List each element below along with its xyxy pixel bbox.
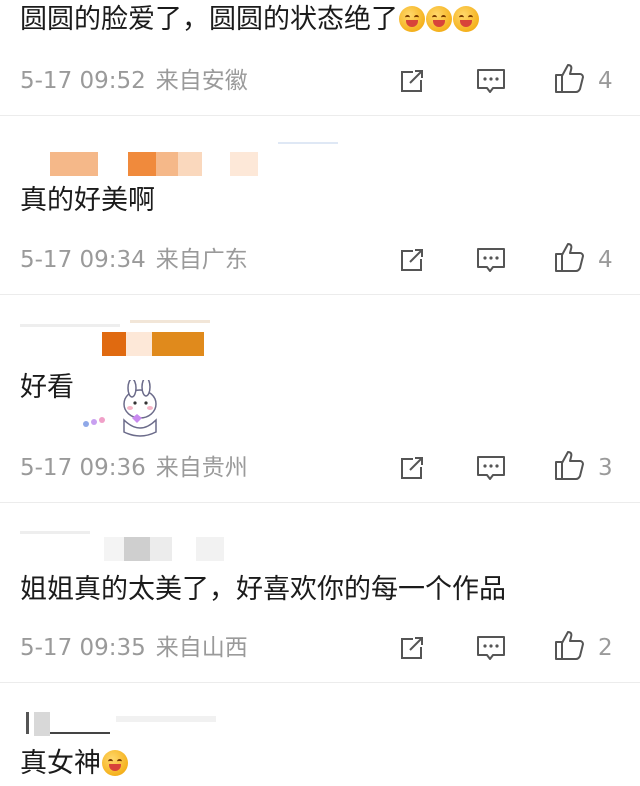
comment-text-content: 圆圆的脸爱了，圆圆的状态绝了 [20,4,398,35]
comment-text-content: 真女神 [20,748,101,779]
comment-icon [477,248,505,272]
bunny-sticker-icon [83,380,157,437]
thumbs-up-icon [555,451,584,480]
divider [0,115,640,116]
comment-text: 真的好美啊 [20,185,155,216]
comment-button[interactable] [475,453,507,483]
username-redacted [20,712,240,736]
like-count: 3 [598,455,613,481]
share-button[interactable] [397,66,427,96]
like-count: 2 [598,635,613,661]
comment-meta: 5-17 09:34 来自广东 [20,246,248,274]
comment-text: 圆圆的脸爱了，圆圆的状态绝了 [20,2,479,38]
comment-button[interactable] [475,66,507,96]
share-button[interactable] [397,453,427,483]
comment-text: 好看 [20,372,74,403]
comment-time: 5-17 09:34 [20,247,146,273]
hug-face-emoji-icon [453,6,479,32]
comment-button[interactable] [475,245,507,275]
like-count: 4 [598,247,613,273]
share-button[interactable] [397,245,427,275]
divider [0,682,640,683]
comment-time: 5-17 09:36 [20,455,146,481]
comment-location: 来自山西 [155,635,248,661]
comment-meta: 5-17 09:52 来自安徽 [20,67,248,95]
thumbs-up-icon [555,631,584,660]
divider [0,294,640,295]
hug-face-emoji-icon [399,6,425,32]
comment-icon [477,69,505,93]
thumbs-up-icon [555,64,584,93]
like-button[interactable] [553,630,587,660]
username-redacted [20,142,340,176]
like-count: 4 [598,68,613,94]
like-button[interactable] [553,450,587,480]
comment-time: 5-17 09:52 [20,68,146,94]
comment-icon [477,456,505,480]
share-icon [401,637,423,659]
comment-text: 姐姐真的太美了，好喜欢你的每一个作品 [20,574,506,605]
scream-face-emoji-icon [102,750,128,776]
comment-meta: 5-17 09:36 来自贵州 [20,454,248,482]
comment-location: 来自广东 [155,247,248,273]
comment-icon [477,636,505,660]
share-icon [401,249,423,271]
like-button[interactable] [553,242,587,272]
divider [0,502,640,503]
username-redacted [20,531,240,561]
share-icon [401,457,423,479]
username-redacted [20,320,240,356]
comment-location: 来自贵州 [155,455,248,481]
comment-text: 真女神 [20,746,128,782]
hug-face-emoji-icon [426,6,452,32]
thumbs-up-icon [555,243,584,272]
comment-button[interactable] [475,633,507,663]
comment-meta: 5-17 09:35 来自山西 [20,634,248,662]
comment-location: 来自安徽 [155,68,248,94]
comment-time: 5-17 09:35 [20,635,146,661]
share-button[interactable] [397,633,427,663]
share-icon [401,70,423,92]
like-button[interactable] [553,63,587,93]
